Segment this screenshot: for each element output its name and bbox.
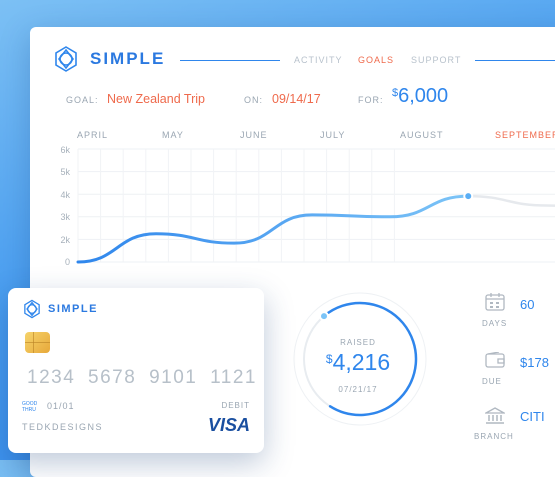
savings-chart <box>76 148 555 264</box>
card-holder: TEDKDESIGNS <box>22 422 104 432</box>
raised-amount: $4,216 <box>298 349 418 376</box>
card-expiry: 01/01 <box>47 401 75 411</box>
good-thru-label: GOOD THRU <box>22 401 38 413</box>
wallet-icon <box>485 352 505 368</box>
logo-icon <box>24 299 40 319</box>
days-value: 60 <box>520 297 535 312</box>
raised-progress-marker <box>319 311 330 322</box>
current-point-marker[interactable] <box>463 191 474 202</box>
days-label: DAYS <box>482 319 508 328</box>
due-label: DUE <box>482 377 502 386</box>
bank-icon <box>485 407 505 424</box>
card-brand: SIMPLE <box>48 303 98 315</box>
card-type: DEBIT <box>221 401 250 410</box>
calendar-icon <box>485 293 505 311</box>
card-logo: SIMPLE <box>22 299 98 319</box>
branch-label: BRANCH <box>474 432 514 441</box>
card-number: 1234 5678 9101 1121 <box>27 367 257 388</box>
due-value: $178 <box>520 355 549 370</box>
raised-currency: $ <box>325 352 333 366</box>
debit-card[interactable]: SIMPLE 1234 5678 9101 1121 GOOD THRU 01/… <box>8 288 264 453</box>
chip-icon <box>25 332 50 353</box>
visa-logo: VISA <box>207 415 250 435</box>
savings-series-line <box>76 194 470 264</box>
branch-value: CITI <box>520 409 545 424</box>
raised-amount-value: 4,216 <box>332 349 391 375</box>
raised-label: RAISED <box>340 338 376 347</box>
raised-date: 07/21/17 <box>338 385 378 394</box>
